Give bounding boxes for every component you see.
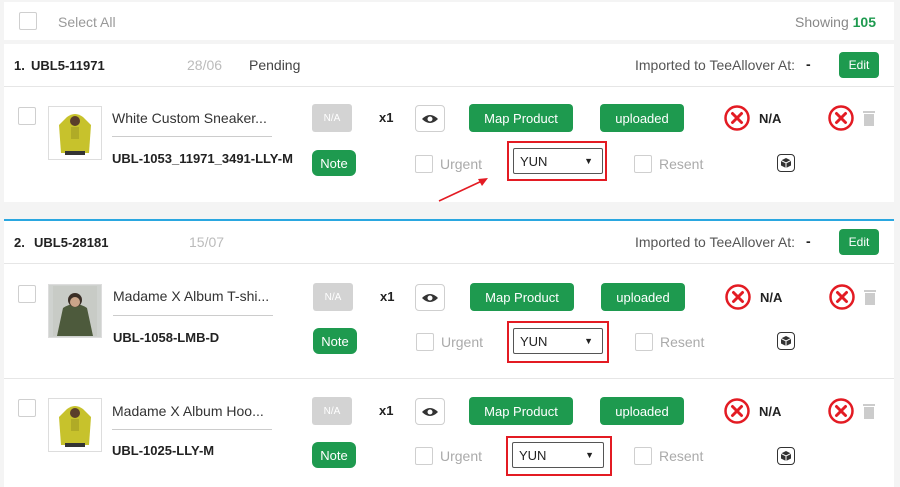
product-thumbnail[interactable]	[48, 106, 102, 160]
order-date: 15/07	[189, 234, 225, 250]
product-title[interactable]: Madame X Album Hoo...	[112, 403, 264, 419]
shipping-value: YUN	[519, 447, 547, 463]
close-circle-icon[interactable]	[724, 398, 750, 424]
order-id: UBL5-28181	[34, 235, 109, 250]
note-button[interactable]: Note	[313, 328, 357, 354]
status-na: N/A	[760, 290, 783, 305]
view-button[interactable]	[415, 398, 445, 425]
order-number: 1.	[14, 58, 25, 73]
caret-down-icon: ▼	[585, 450, 594, 460]
urgent-checkbox[interactable]	[416, 333, 434, 351]
showing-label: Showing	[795, 14, 849, 30]
resent-checkbox[interactable]	[634, 155, 652, 173]
urgent-checkbox[interactable]	[415, 155, 433, 173]
resent-label: Resent	[659, 156, 704, 172]
edit-button[interactable]: Edit	[839, 229, 879, 255]
select-all-checkbox[interactable]	[19, 12, 37, 30]
hoodie-yellow-icon	[59, 114, 91, 155]
map-product-button[interactable]: Map Product	[470, 283, 574, 311]
status-na: N/A	[759, 404, 782, 419]
map-product-button[interactable]: Map Product	[469, 397, 573, 425]
resent-label: Resent	[660, 334, 705, 350]
urgent-label: Urgent	[440, 448, 483, 464]
product-sku: UBL-1053_11971_3491-LLY-M	[112, 151, 293, 166]
item-checkbox[interactable]	[18, 107, 36, 125]
status-na: N/A	[759, 111, 782, 126]
urgent-checkbox[interactable]	[415, 447, 433, 465]
trash-icon[interactable]	[863, 110, 875, 126]
view-button[interactable]	[415, 105, 445, 132]
divider	[4, 263, 894, 264]
product-thumbnail[interactable]	[48, 398, 102, 452]
imported-value: -	[806, 56, 811, 72]
product-sku: UBL-1025-LLY-M	[112, 443, 215, 458]
uploaded-button[interactable]: uploaded	[601, 283, 685, 311]
resent-label: Resent	[659, 448, 704, 464]
divider	[112, 429, 272, 430]
edit-button[interactable]: Edit	[839, 52, 879, 78]
quantity: x1	[379, 110, 394, 125]
showing-number: 105	[852, 14, 876, 30]
divider	[113, 315, 273, 316]
map-product-button[interactable]: Map Product	[469, 104, 573, 132]
package-icon[interactable]	[777, 154, 795, 172]
eye-icon	[422, 293, 438, 302]
resent-checkbox[interactable]	[635, 333, 653, 351]
package-icon[interactable]	[777, 332, 795, 350]
showing-count: Showing 105	[795, 14, 876, 30]
urgent-label: Urgent	[441, 334, 484, 350]
imported-label: Imported to TeeAllover At:	[635, 234, 796, 250]
tshirt-person-icon	[53, 286, 97, 336]
na-button[interactable]: N/A	[313, 283, 353, 311]
uploaded-button[interactable]: uploaded	[600, 397, 684, 425]
caret-down-icon: ▼	[584, 336, 593, 346]
order-date: 28/06	[187, 57, 223, 73]
eye-icon	[422, 114, 438, 123]
item-checkbox[interactable]	[18, 285, 36, 303]
na-button[interactable]: N/A	[312, 397, 352, 425]
order-number: 2.	[14, 235, 25, 250]
product-title[interactable]: White Custom Sneaker...	[112, 110, 267, 126]
close-circle-icon[interactable]	[724, 105, 750, 131]
hoodie-yellow-icon	[59, 406, 91, 447]
select-all-label: Select All	[58, 14, 116, 30]
urgent-label: Urgent	[440, 156, 483, 172]
product-thumbnail[interactable]	[48, 284, 102, 338]
order-card: 2. UBL5-28181 15/07 Imported to TeeAllov…	[4, 219, 894, 487]
trash-icon[interactable]	[863, 403, 875, 419]
note-button[interactable]: Note	[312, 150, 356, 176]
package-icon[interactable]	[777, 447, 795, 465]
remove-item-icon[interactable]	[828, 105, 854, 131]
remove-item-icon[interactable]	[829, 284, 855, 310]
annotation-arrow	[438, 178, 488, 202]
view-button[interactable]	[415, 284, 445, 311]
shipping-select[interactable]: YUN ▼	[512, 442, 604, 468]
na-button[interactable]: N/A	[312, 104, 352, 132]
shipping-value: YUN	[520, 153, 548, 169]
product-sku: UBL-1058-LMB-D	[113, 330, 220, 345]
item-checkbox[interactable]	[18, 399, 36, 417]
note-button[interactable]: Note	[312, 442, 356, 468]
eye-icon	[422, 407, 438, 416]
order-status: Pending	[249, 57, 301, 73]
divider	[112, 136, 272, 137]
imported-label: Imported to TeeAllover At:	[635, 57, 796, 73]
trash-icon[interactable]	[864, 289, 876, 305]
quantity: x1	[379, 403, 394, 418]
uploaded-button[interactable]: uploaded	[600, 104, 684, 132]
order-id: UBL5-11971	[31, 58, 105, 73]
product-title[interactable]: Madame X Album T-shi...	[113, 288, 269, 304]
list-header: Select All Showing 105	[4, 2, 894, 40]
shipping-value: YUN	[520, 333, 548, 349]
shipping-select[interactable]: YUN ▼	[513, 148, 603, 174]
close-circle-icon[interactable]	[725, 284, 751, 310]
shipping-select[interactable]: YUN ▼	[513, 328, 603, 354]
divider	[4, 86, 894, 87]
quantity: x1	[380, 289, 395, 304]
caret-down-icon: ▼	[584, 156, 593, 166]
divider	[4, 378, 894, 379]
imported-value: -	[806, 233, 811, 249]
resent-checkbox[interactable]	[634, 447, 652, 465]
remove-item-icon[interactable]	[828, 398, 854, 424]
